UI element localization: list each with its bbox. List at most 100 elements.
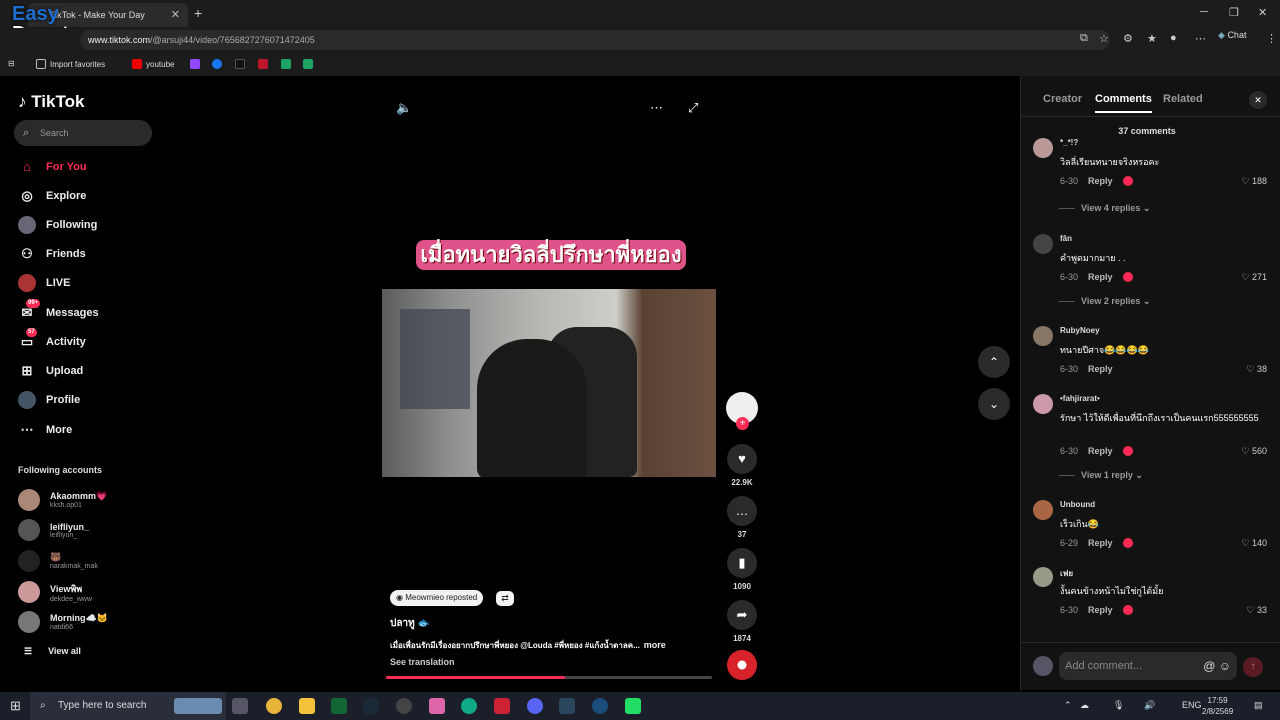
comment-like-button[interactable]: ♡ 560 (1241, 446, 1267, 457)
comment-author[interactable]: เฟย (1060, 567, 1073, 580)
nav-activity[interactable]: ▭ 57 Activity (18, 328, 86, 353)
file-explorer-icon[interactable] (299, 698, 315, 714)
vpn-icon[interactable] (592, 698, 608, 714)
comment-author[interactable]: •fahjirarat• (1060, 394, 1100, 403)
nav-upload[interactable]: ⊞ Upload (18, 360, 84, 382)
nav-friends[interactable]: ⚇ Friends (18, 243, 86, 265)
windows-start-icon[interactable]: ⊞ (10, 698, 21, 714)
view-replies-button[interactable]: View 1 reply ⌄ (1059, 470, 1143, 481)
fullscreen-icon[interactable]: ⤢ (688, 100, 698, 116)
bookmark-tiktok[interactable] (235, 59, 245, 69)
chrome-icon[interactable] (266, 698, 282, 714)
address-bar[interactable]: www.tiktok.com/@arsuji44/video/765682727… (80, 30, 1110, 50)
comment-author[interactable]: *_*!? (1060, 138, 1078, 147)
bookmark-red[interactable] (258, 59, 268, 69)
open-app-icon[interactable]: ⧉ (1080, 32, 1088, 45)
bookmark-menu-icon[interactable]: ⊟ (8, 59, 15, 68)
video-author[interactable]: ปลาทู 🐟 (390, 616, 430, 631)
comment-author[interactable]: RubyNoey (1060, 326, 1100, 335)
red-app-icon[interactable] (494, 698, 510, 714)
nav-messages[interactable]: ✉ 99+ Messages (18, 299, 99, 324)
app-icon[interactable] (429, 698, 445, 714)
comment-like-button[interactable]: ♡ 33 (1246, 605, 1267, 616)
following-account[interactable]: leifliyun_ leifliyun_ (18, 516, 89, 544)
next-video-button[interactable]: ⌄ (978, 388, 1010, 420)
tray-chevron-icon[interactable]: ⌃ (1064, 700, 1072, 711)
input-language[interactable]: ENG (1182, 700, 1202, 710)
see-translation-link[interactable]: See translation (390, 657, 455, 667)
close-panel-icon[interactable]: ✕ (1249, 91, 1267, 109)
maximize-icon[interactable]: ❐ (1229, 6, 1239, 19)
view-all-link[interactable]: ☰ View all (24, 646, 81, 657)
nav-following[interactable]: Following (18, 214, 97, 236)
nvidia-icon[interactable] (331, 698, 347, 714)
profile-avatar-icon[interactable]: ● (1170, 32, 1177, 44)
video-progress-bar[interactable] (386, 676, 712, 679)
bookmark-twitch[interactable] (190, 59, 200, 69)
previous-video-button[interactable]: ⌃ (978, 346, 1010, 378)
bookmark-sheets-1[interactable] (281, 59, 291, 69)
comment-like-button[interactable]: ♡ 38 (1246, 364, 1267, 375)
search-input[interactable]: ⌕ Search (14, 120, 152, 146)
video-options-icon[interactable]: ⋯ (650, 100, 663, 116)
tab-close-icon[interactable]: ✕ (171, 8, 180, 21)
save-action[interactable]: ▮ 1090 (726, 548, 758, 591)
edge-sidebar-icon[interactable]: ⋮ (1266, 32, 1277, 45)
post-comment-button[interactable]: ↑ (1243, 657, 1263, 677)
bookmark-youtube[interactable]: youtube (132, 59, 174, 69)
video-player[interactable] (382, 289, 716, 477)
reposted-badge[interactable]: ◉ Meowmieo reposted (390, 590, 484, 606)
view-replies-button[interactable]: View 4 replies ⌄ (1059, 203, 1150, 214)
reply-button[interactable]: Reply (1088, 538, 1113, 548)
more-link[interactable]: more (644, 640, 666, 650)
reply-button[interactable]: Reply (1088, 364, 1113, 374)
repost-icon[interactable]: ⇄ (496, 591, 514, 606)
steam-client-icon[interactable] (559, 698, 575, 714)
taskbar-clock[interactable]: 17:59 2/8/2569 (1202, 695, 1233, 717)
tiktok-logo[interactable]: ♪ TikTok (18, 92, 84, 112)
task-view-icon[interactable] (232, 698, 248, 714)
emoji-icon[interactable]: ☺ (1219, 659, 1231, 673)
nav-more[interactable]: ⋯ More (18, 419, 73, 441)
follow-plus-icon[interactable]: + (736, 417, 749, 430)
comment-like-button[interactable]: ♡ 188 (1241, 176, 1267, 187)
following-account[interactable]: Morning☁️🐱 natdi66 (18, 608, 108, 636)
comment-like-button[interactable]: ♡ 271 (1241, 272, 1267, 283)
avatar[interactable] (1033, 326, 1053, 346)
volume-icon[interactable]: 🔈 (396, 100, 412, 116)
avatar[interactable] (1033, 500, 1053, 520)
browser-menu-icon[interactable]: ⋯ (1195, 32, 1206, 45)
reply-button[interactable]: Reply (1088, 176, 1113, 186)
avatar[interactable] (1033, 234, 1053, 254)
nav-for-you[interactable]: ⌂ For You (18, 156, 86, 178)
tab-comments[interactable]: Comments (1095, 93, 1152, 113)
tab-related[interactable]: Related (1163, 93, 1203, 105)
bookmark-sheets-2[interactable] (303, 59, 313, 69)
copilot-chat-button[interactable]: ◆ Chat (1218, 30, 1246, 41)
avatar[interactable] (1033, 567, 1053, 587)
following-account[interactable]: Akaommm💗 kksh.op01 (18, 486, 107, 514)
tray-cloud-icon[interactable]: ☁ (1080, 700, 1089, 711)
following-account[interactable]: Viewพิพ dekdee_www (18, 578, 92, 606)
reply-button[interactable]: Reply (1088, 446, 1113, 456)
reply-button[interactable]: Reply (1088, 272, 1113, 282)
reply-button[interactable]: Reply (1088, 605, 1113, 615)
tab-creator[interactable]: Creator (1043, 93, 1082, 105)
share-action[interactable]: ➦ 1874 (726, 600, 758, 643)
minimize-icon[interactable]: ─ (1200, 6, 1208, 18)
discord-icon[interactable] (527, 698, 543, 714)
notifications-icon[interactable]: ▤ (1254, 700, 1263, 711)
following-account[interactable]: 🐻 narakmak_mak (18, 547, 98, 575)
comment-author[interactable]: Unbound (1060, 500, 1095, 509)
comment-like-button[interactable]: ♡ 140 (1241, 538, 1267, 549)
new-tab-icon[interactable]: + (194, 5, 202, 21)
bookmark-facebook[interactable] (212, 59, 222, 69)
tray-speaker-icon[interactable]: 🔊 (1144, 700, 1155, 711)
green-app-icon[interactable] (625, 698, 641, 714)
favorites-icon[interactable]: ★ (1147, 32, 1157, 45)
comment-author[interactable]: fân (1060, 234, 1072, 243)
window-close-icon[interactable]: ✕ (1258, 6, 1267, 19)
tray-mic-icon[interactable]: 🎙 (1113, 700, 1124, 711)
favorite-star-icon[interactable]: ☆ (1099, 32, 1109, 45)
comment-action[interactable]: … 37 (726, 496, 758, 539)
